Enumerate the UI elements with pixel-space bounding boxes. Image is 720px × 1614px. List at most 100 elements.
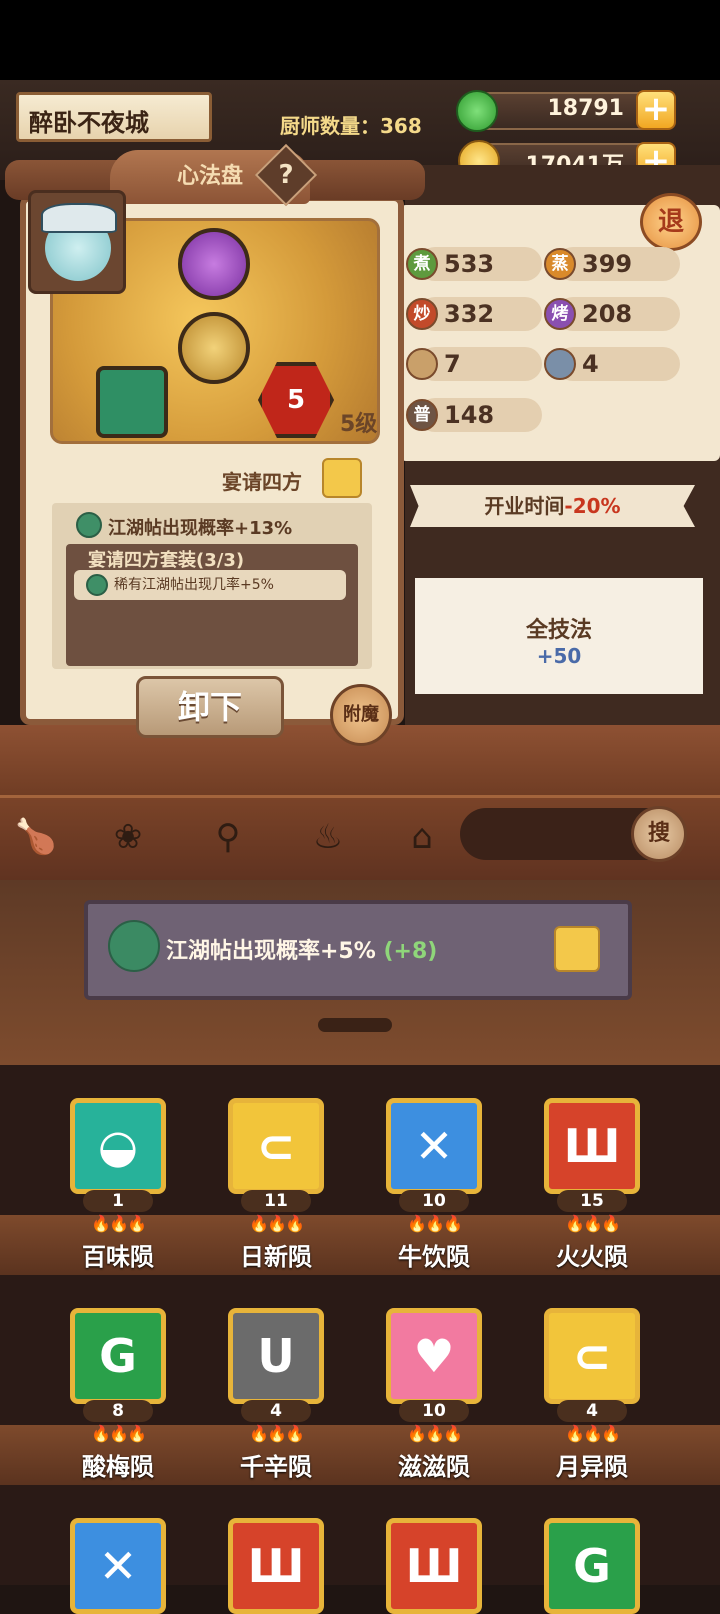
- board-text: 江湖帖出现概率+5% (+8): [166, 933, 437, 965]
- item-count: 15: [557, 1190, 627, 1212]
- item-icon: Ш: [386, 1518, 482, 1614]
- item-icon: Ш: [544, 1098, 640, 1194]
- status-bar: [0, 0, 720, 80]
- stat-value: 399: [582, 250, 633, 278]
- item-icon: ⊂: [544, 1308, 640, 1404]
- avatar-hat: [41, 203, 117, 233]
- item-count: 11: [241, 1190, 311, 1212]
- stat-value: 148: [444, 401, 495, 429]
- flame-icons: 🔥🔥🔥: [91, 1214, 147, 1233]
- item-card[interactable]: ✕ 10 🔥🔥🔥 牛饮陨: [364, 1098, 504, 1272]
- item-name: 日新陨: [240, 1243, 312, 1271]
- item-icon: U: [228, 1308, 324, 1404]
- item-card[interactable]: ✕: [48, 1518, 188, 1614]
- stat-icon: 炒: [406, 298, 438, 330]
- disc-level: 5级: [340, 412, 378, 437]
- drag-handle[interactable]: [318, 1018, 392, 1032]
- stat-pill: 7: [406, 347, 542, 381]
- item-icon: ✕: [386, 1098, 482, 1194]
- search-button[interactable]: 搜: [631, 806, 687, 862]
- add-jade-button[interactable]: +: [636, 90, 676, 130]
- stat-pill: 煮 533: [406, 247, 542, 281]
- stat-value: 208: [582, 300, 633, 328]
- effect-line: 江湖帖出现概率+13%: [108, 518, 293, 539]
- flame-icons: 🔥🔥🔥: [407, 1424, 463, 1443]
- item-card[interactable]: Ш 15 🔥🔥🔥 火火陨: [522, 1098, 662, 1272]
- open-time-value: -20%: [564, 494, 621, 518]
- chef-avatar[interactable]: [28, 190, 126, 294]
- exit-button[interactable]: 退: [640, 193, 702, 251]
- item-icon: G: [544, 1518, 640, 1614]
- item-name: 千辛陨: [240, 1453, 312, 1481]
- item-name: 酸梅陨: [82, 1453, 154, 1481]
- stat-value: 4: [582, 350, 599, 378]
- stat-pill: 蒸 399: [544, 247, 680, 281]
- item-card[interactable]: ⊂ 11 🔥🔥🔥 日新陨: [206, 1098, 346, 1272]
- set-name: 宴请四方: [222, 470, 302, 494]
- jade-icon: [456, 90, 498, 132]
- enchant-button[interactable]: 附魔: [330, 684, 392, 746]
- home-icon[interactable]: ⌂: [400, 815, 444, 859]
- drumstick-icon[interactable]: 🍗: [14, 815, 58, 859]
- restaurant-name[interactable]: 醉卧不夜城: [16, 92, 212, 142]
- item-icon: ⊂: [228, 1098, 324, 1194]
- help-label: ?: [278, 160, 294, 190]
- all-skill-value: +50: [536, 644, 582, 668]
- fire-icon[interactable]: ♨: [306, 815, 350, 859]
- item-name: 月异陨: [556, 1453, 628, 1481]
- item-name: 百味陨: [82, 1243, 154, 1271]
- stat-value: 7: [444, 350, 461, 378]
- item-count: 1: [83, 1190, 153, 1212]
- item-count: 4: [241, 1400, 311, 1422]
- stat-value: 332: [444, 300, 495, 328]
- invitation-icon: [76, 512, 102, 538]
- flame-icons: 🔥🔥🔥: [91, 1424, 147, 1443]
- set-card-icon: [322, 458, 362, 498]
- item-icon: ♥: [386, 1308, 482, 1404]
- chef-count: 厨师数量：368: [280, 114, 422, 138]
- item-card[interactable]: ◒ 1 🔥🔥🔥 百味陨: [48, 1098, 188, 1272]
- item-card[interactable]: ⊂ 4 🔥🔥🔥 月异陨: [522, 1308, 662, 1482]
- item-card[interactable]: G 8 🔥🔥🔥 酸梅陨: [48, 1308, 188, 1482]
- all-skill-banner: 全技法 +50: [415, 578, 703, 694]
- flame-icons: 🔥🔥🔥: [249, 1424, 305, 1443]
- open-time-banner: 开业时间-20%: [410, 485, 695, 527]
- item-name: 滋滋陨: [398, 1453, 470, 1481]
- item-card[interactable]: G: [522, 1518, 662, 1614]
- unload-button[interactable]: 卸下: [136, 676, 284, 738]
- stat-icon: 蒸: [544, 248, 576, 280]
- dumpling-icon[interactable]: ❀: [106, 815, 150, 859]
- stat-icon: 普: [406, 399, 438, 431]
- coin-gem-slot[interactable]: [178, 312, 250, 384]
- flame-icons: 🔥🔥🔥: [249, 1214, 305, 1233]
- invitation-board-icon: [108, 920, 160, 972]
- stat-value: 533: [444, 250, 495, 278]
- item-card[interactable]: Ш: [364, 1518, 504, 1614]
- item-card[interactable]: U 4 🔥🔥🔥 千辛陨: [206, 1308, 346, 1482]
- stat-pill: 烤 208: [544, 297, 680, 331]
- green-card-slot[interactable]: [96, 366, 168, 438]
- set-bonus-text: 稀有江湖帖出现几率+5%: [114, 577, 274, 593]
- item-icon: G: [70, 1308, 166, 1404]
- stat-icon: 烤: [544, 298, 576, 330]
- set-bonus-row: 稀有江湖帖出现几率+5%: [74, 570, 346, 600]
- jade-amount: 18791: [547, 96, 624, 121]
- stat-pill: 4: [544, 347, 680, 381]
- stat-pill: 炒 332: [406, 297, 542, 331]
- item-card[interactable]: Ш: [206, 1518, 346, 1614]
- stat-icon: [406, 348, 438, 380]
- set-bonus-title: 宴请四方套装(3/3): [88, 550, 245, 571]
- stat-pill: 普 148: [406, 398, 542, 432]
- purple-gem-slot[interactable]: [178, 228, 250, 300]
- board-bonus: (+8): [383, 939, 438, 964]
- item-icon: ✕: [70, 1518, 166, 1614]
- pan-icon[interactable]: ⚲: [206, 815, 250, 859]
- item-icon: ◒: [70, 1098, 166, 1194]
- item-card[interactable]: ♥ 10 🔥🔥🔥 滋滋陨: [364, 1308, 504, 1482]
- item-count: 4: [557, 1400, 627, 1422]
- item-count: 10: [399, 1400, 469, 1422]
- item-name: 牛饮陨: [398, 1243, 470, 1271]
- all-skill-title: 全技法: [525, 618, 592, 643]
- flame-icons: 🔥🔥🔥: [407, 1214, 463, 1233]
- item-name: 火火陨: [556, 1243, 628, 1271]
